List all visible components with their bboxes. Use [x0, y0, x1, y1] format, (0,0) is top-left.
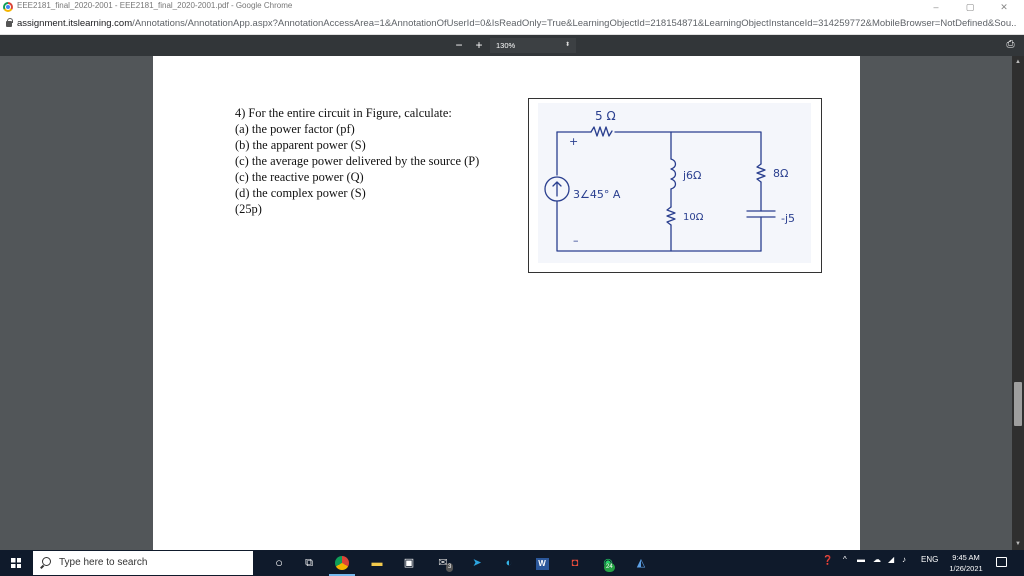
zoom-select[interactable]: 130% ⬍	[490, 38, 576, 53]
label-source: 3∠45° A	[573, 188, 621, 201]
mail-badge: 3	[446, 563, 454, 572]
print-icon[interactable]: ⎙	[1005, 40, 1016, 50]
scroll-thumb[interactable]	[1014, 382, 1022, 426]
close-button[interactable]: ✕	[992, 0, 1016, 14]
label-r-mid: 10Ω	[683, 212, 704, 223]
label-r-right: 8Ω	[773, 167, 788, 180]
chrome-window: EEE2181_final_2020-2001 - EEE2181_final_…	[0, 0, 1024, 550]
clock[interactable]: 9:45 AM 1/26/2021	[944, 552, 988, 574]
scroll-down-icon[interactable]: ▼	[1012, 540, 1024, 548]
volume-icon[interactable]: ♪	[902, 555, 906, 564]
question-line: (25p)	[235, 202, 262, 216]
help-icon[interactable]: ❓	[822, 555, 833, 566]
address-bar[interactable]: assignment.itslearning.com/Annotations/A…	[0, 14, 1024, 35]
question-line: (d) the complex power (S)	[235, 186, 366, 200]
question-line: (a) the power factor (pf)	[235, 122, 355, 136]
url-path: /Annotations/AnnotationApp.aspx?Annotati…	[132, 18, 1017, 29]
pdf-viewer[interactable]: 4) For the entire circuit in Figure, cal…	[0, 56, 1024, 550]
taskbar: Type here to search ○ ⧉ ▬ ▣ ✉ 3 ➤ ◐ W ◘ …	[0, 550, 1024, 576]
zoom-value: 130%	[496, 41, 516, 50]
vertical-scrollbar[interactable]: ▲ ▼	[1012, 56, 1024, 550]
network-icon[interactable]: ◢	[888, 555, 894, 564]
windows-logo-icon	[11, 558, 21, 568]
clock-date: 1/26/2021	[949, 564, 983, 573]
label-capacitor: -j5	[781, 212, 795, 225]
url-host: assignment.itslearning.com	[17, 18, 133, 29]
lock-icon[interactable]	[6, 18, 13, 27]
pdf-page: 4) For the entire circuit in Figure, cal…	[153, 56, 860, 550]
zoom-in-button[interactable]: +	[473, 38, 485, 52]
circuit-diagram: 5 Ω + – 3∠45° A j6Ω 10Ω 8Ω -j5	[538, 103, 811, 263]
taskbar-search-box[interactable]: Type here to search	[33, 551, 253, 575]
cortana-icon[interactable]: ○	[270, 554, 288, 572]
pdf-toolbar: − + 130% ⬍ ⎙	[0, 35, 1024, 56]
restore-button[interactable]: ▢	[958, 0, 982, 14]
search-placeholder: Type here to search	[59, 557, 148, 568]
question-line: (b) the apparent power (S)	[235, 138, 366, 152]
task-view-icon[interactable]: ⧉	[300, 554, 318, 572]
circuit-figure: 5 Ω + – 3∠45° A j6Ω 10Ω 8Ω -j5	[528, 98, 822, 273]
onedrive-icon[interactable]: ☁	[873, 555, 881, 564]
tray-chevron-icon[interactable]: ^	[843, 555, 847, 564]
battery-icon[interactable]: ▬	[857, 555, 865, 564]
minimize-button[interactable]: –	[924, 0, 948, 14]
word-icon[interactable]: W	[533, 554, 551, 572]
zoom-caret-icon: ⬍	[564, 42, 570, 48]
photos-icon[interactable]: ◭	[632, 554, 650, 572]
language-indicator[interactable]: ENG	[921, 555, 938, 564]
question-line: (c) the average power delivered by the s…	[235, 154, 480, 168]
zoom-out-button[interactable]: −	[453, 38, 465, 52]
question-line: 4) For the entire circuit in Figure, cal…	[235, 106, 452, 120]
file-explorer-icon[interactable]: ▬	[368, 554, 386, 572]
window-title: EEE2181_final_2020-2001 - EEE2181_final_…	[17, 1, 293, 10]
telegram-icon[interactable]: ➤	[468, 554, 486, 572]
taskbar-chrome-icon[interactable]	[333, 554, 351, 572]
question-line: (c) the reactive power (Q)	[235, 170, 364, 184]
question-text: 4) For the entire circuit in Figure, cal…	[235, 105, 479, 217]
url-text[interactable]: assignment.itslearning.com/Annotations/A…	[17, 18, 1017, 29]
label-r1: 5 Ω	[595, 109, 616, 123]
label-inductor: j6Ω	[682, 169, 701, 182]
label-plus: +	[569, 135, 578, 148]
ticket-icon[interactable]: ◘	[566, 554, 584, 572]
chrome-icon	[3, 2, 13, 12]
scroll-up-icon[interactable]: ▲	[1012, 58, 1024, 66]
store-icon[interactable]: ▣	[400, 554, 418, 572]
title-bar: EEE2181_final_2020-2001 - EEE2181_final_…	[0, 0, 1024, 14]
whatsapp-badge: 24	[604, 563, 615, 572]
label-minus: –	[573, 234, 579, 247]
search-icon	[42, 557, 51, 566]
start-button[interactable]	[0, 550, 32, 576]
edge-icon[interactable]: ◐	[500, 554, 518, 572]
notification-icon[interactable]	[996, 557, 1007, 567]
clock-time: 9:45 AM	[952, 553, 980, 562]
